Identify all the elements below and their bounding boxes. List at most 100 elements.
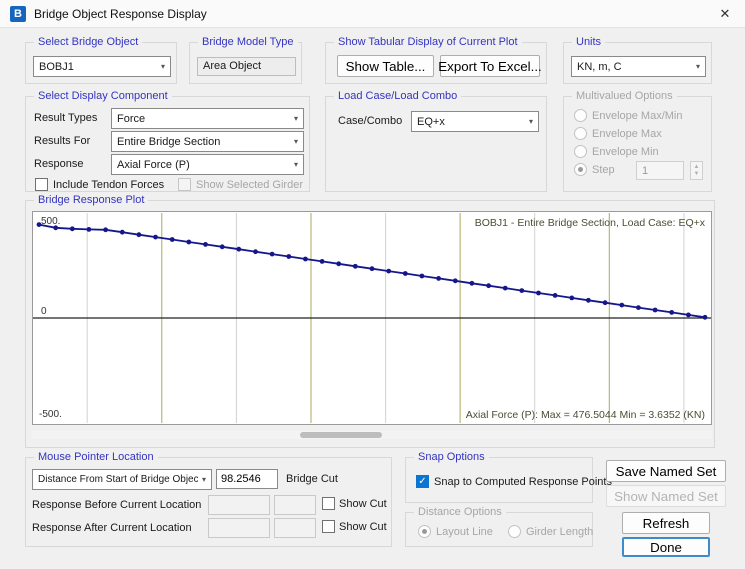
results-for-value: Entire Bridge Section — [117, 135, 221, 148]
refresh-button[interactable]: Refresh — [622, 512, 710, 534]
radio-dot-icon — [422, 529, 427, 534]
group-mouse-pointer-location: Mouse Pointer Location Distance From Sta… — [25, 451, 392, 547]
radio-girder-length-label: Girder Length — [526, 526, 594, 538]
app-icon: B — [10, 5, 26, 22]
group-bridge-model-type: Bridge Model Type Area Object — [189, 36, 302, 84]
radio-envelope-max-label: Envelope Max — [592, 128, 662, 140]
distance-input[interactable] — [216, 469, 278, 489]
plot-scrollbar-thumb[interactable] — [300, 432, 382, 438]
snap-label: Snap to Computed Response Points — [434, 476, 612, 488]
radio-step-label: Step — [592, 164, 615, 176]
snap-checkbox[interactable]: ✓ — [416, 475, 429, 488]
svg-text:0: 0 — [41, 306, 47, 317]
radio-envelope-min — [574, 145, 587, 158]
group-label: Bridge Model Type — [198, 36, 298, 49]
bridge-model-type-value: Area Object — [197, 57, 296, 76]
response-plot-area[interactable]: 500. 0 -500. BOBJ1 - Entire Bridge Section,… — [32, 211, 712, 425]
response-before-field-1 — [208, 495, 270, 515]
group-label: Load Case/Load Combo — [334, 90, 462, 103]
chevron-down-icon: ▾ — [293, 160, 298, 169]
group-label: Distance Options — [414, 506, 506, 519]
radio-envelope-maxmin — [574, 109, 587, 122]
radio-girder-length — [508, 525, 521, 538]
result-types-label: Result Types — [34, 112, 98, 124]
spinner-down-icon: ▼ — [693, 170, 700, 177]
svg-text:Axial Force (P): Max = 476.5: Axial Force (P): Max = 476.5044 Min = 3.… — [466, 409, 705, 421]
svg-text:-500.: -500. — [39, 409, 62, 420]
response-after-field-1 — [208, 518, 270, 538]
bridge-object-value: BOBJ1 — [39, 60, 74, 73]
spinner-up-icon: ▲ — [693, 163, 700, 170]
group-snap-options: Snap Options ✓ Snap to Computed Response… — [405, 451, 612, 503]
location-mode-value: Distance From Start of Bridge Object — [38, 474, 198, 485]
group-select-bridge-object: Select Bridge Object BOBJ1 ▾ — [25, 36, 177, 84]
show-table-button[interactable]: Show Table... — [337, 55, 434, 77]
chevron-down-icon: ▾ — [160, 62, 165, 71]
results-for-label: Results For — [34, 135, 91, 147]
location-mode-select[interactable]: Distance From Start of Bridge Object ▾ — [32, 469, 212, 490]
show-selected-girder-label: Show Selected Girder — [196, 179, 303, 191]
group-tabular-display: Show Tabular Display of Current Plot Sho… — [325, 36, 547, 84]
group-load-case: Load Case/Load Combo Case/Combo EQ+x ▾ — [325, 90, 547, 192]
show-cut-after-checkbox[interactable] — [322, 520, 335, 533]
group-label: Bridge Response Plot — [34, 194, 149, 207]
radio-layout-line — [418, 525, 431, 538]
radio-step — [574, 163, 587, 176]
show-named-set-button: Show Named Set — [606, 485, 726, 507]
bridge-response-dialog: { "window": {"title": "Bridge Object Res… — [0, 0, 745, 569]
case-combo-select[interactable]: EQ+x ▾ — [411, 111, 539, 132]
show-cut-after-label: Show Cut — [339, 521, 387, 533]
include-tendon-checkbox[interactable] — [35, 178, 48, 191]
radio-envelope-maxmin-label: Envelope Max/Min — [592, 110, 683, 122]
show-cut-before-label: Show Cut — [339, 498, 387, 510]
case-combo-label: Case/Combo — [338, 115, 403, 127]
units-value: KN, m, C — [577, 60, 622, 73]
response-before-label: Response Before Current Location — [32, 499, 202, 511]
chevron-down-icon: ▾ — [528, 117, 533, 126]
group-label: Multivalued Options — [572, 90, 677, 103]
include-tendon-label: Include Tendon Forces — [53, 179, 165, 191]
window-title: Bridge Object Response Display — [34, 6, 207, 21]
close-icon[interactable]: ✕ — [705, 0, 745, 28]
done-button[interactable]: Done — [622, 537, 710, 557]
group-multivalued-options: Multivalued Options Envelope Max/Min Env… — [563, 90, 712, 192]
svg-text:BOBJ1 - Entire Bridge Section,: BOBJ1 - Entire Bridge Section, Load Case… — [475, 217, 706, 229]
group-units: Units KN, m, C ▾ — [563, 36, 712, 84]
radio-dot-icon — [578, 167, 583, 172]
response-after-label: Response After Current Location — [32, 522, 192, 534]
group-display-component: Select Display Component Result Types Fo… — [25, 90, 310, 192]
radio-envelope-min-label: Envelope Min — [592, 146, 659, 158]
export-to-excel-button[interactable]: Export To Excel... — [438, 55, 542, 77]
show-cut-before-checkbox[interactable] — [322, 497, 335, 510]
svg-text:500.: 500. — [41, 216, 60, 227]
case-combo-value: EQ+x — [417, 115, 445, 128]
show-selected-girder-checkbox — [178, 178, 191, 191]
units-select[interactable]: KN, m, C ▾ — [571, 56, 706, 77]
result-types-value: Force — [117, 112, 146, 125]
response-value: Axial Force (P) — [117, 158, 190, 171]
result-types-select[interactable]: Force ▾ — [111, 108, 304, 129]
chevron-down-icon: ▾ — [695, 62, 700, 71]
response-label: Response — [34, 158, 84, 170]
radio-layout-line-label: Layout Line — [436, 526, 493, 538]
group-label: Snap Options — [414, 451, 489, 464]
chevron-down-icon: ▾ — [201, 475, 206, 484]
results-for-select[interactable]: Entire Bridge Section ▾ — [111, 131, 304, 152]
check-icon: ✓ — [418, 475, 427, 487]
response-select[interactable]: Axial Force (P) ▾ — [111, 154, 304, 175]
save-named-set-button[interactable]: Save Named Set — [606, 460, 726, 482]
group-label: Show Tabular Display of Current Plot — [334, 36, 522, 49]
step-spinner: ▲ ▼ — [690, 161, 703, 180]
chevron-down-icon: ▾ — [293, 114, 298, 123]
response-before-field-2 — [274, 495, 316, 515]
group-bridge-response-plot: Bridge Response Plot 500. 0 -500. BOBJ1 - E… — [25, 194, 715, 448]
group-label: Mouse Pointer Location — [34, 451, 158, 464]
bridge-object-select[interactable]: BOBJ1 ▾ — [33, 56, 171, 77]
titlebar[interactable]: B Bridge Object Response Display ✕ — [0, 0, 745, 28]
bridge-cut-label: Bridge Cut — [286, 473, 338, 485]
plot-scrollbar-track[interactable] — [32, 431, 712, 439]
step-value-field: 1 — [636, 161, 684, 180]
chevron-down-icon: ▾ — [293, 137, 298, 146]
radio-envelope-max — [574, 127, 587, 140]
group-label: Units — [572, 36, 606, 49]
